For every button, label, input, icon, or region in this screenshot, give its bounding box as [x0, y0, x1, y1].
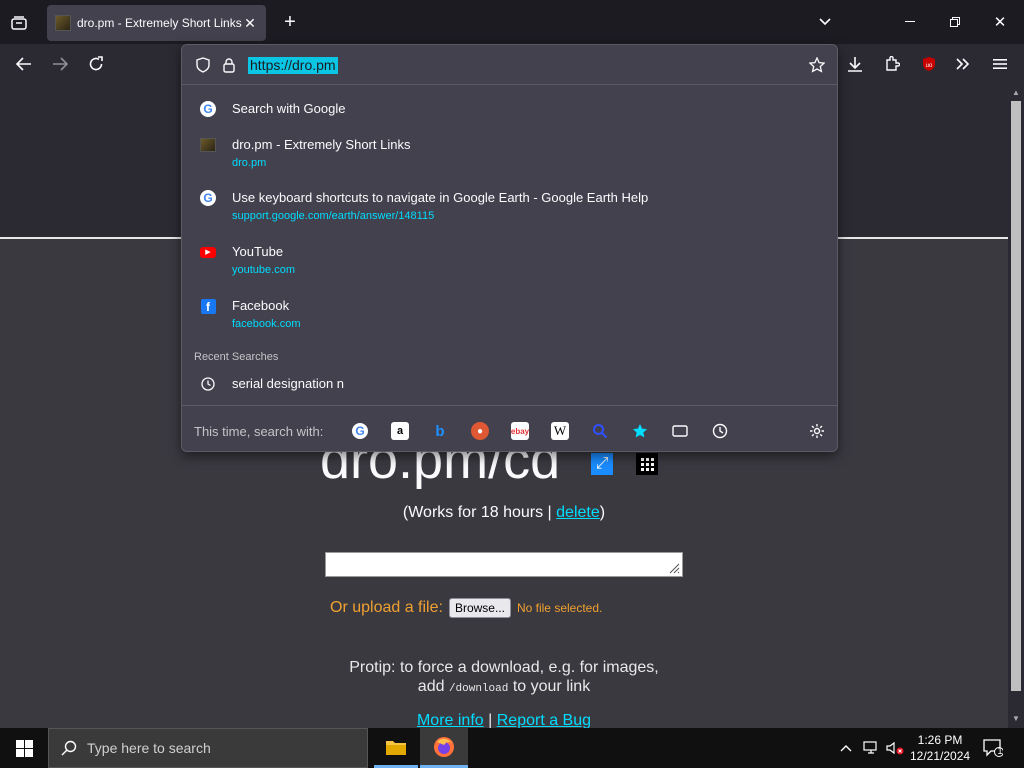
suggestion-url: youtube.com [232, 264, 295, 276]
protip-code: /download [448, 683, 509, 695]
url-dropdown: https://dro.pm G Search with Google dro.… [181, 44, 838, 452]
works-text: (Works for 18 hours | [402, 504, 557, 521]
suggestion-title: YouTube [232, 244, 284, 259]
new-tab-icon[interactable]: + [280, 11, 300, 33]
suggestion-url: support.google.com/earth/answer/148115 [232, 210, 435, 222]
suggestion-title: Search with Google [232, 101, 346, 116]
taskbar-search-placeholder: Type here to search [87, 740, 211, 756]
protip-end: to your link [512, 678, 591, 695]
download-icon[interactable] [845, 54, 865, 74]
shield-icon[interactable] [194, 56, 212, 74]
browse-button[interactable]: Browse... [448, 598, 511, 618]
recent-search-text: serial designation n [232, 376, 345, 391]
volume-muted-icon[interactable] [886, 739, 904, 757]
search-engine-icon[interactable] [591, 422, 609, 440]
tab-overview-icon[interactable] [8, 12, 30, 34]
protip-line1: Protip: to force a download, e.g. for im… [349, 659, 659, 676]
wikipedia-engine-icon[interactable]: W [551, 422, 569, 440]
bing-engine-icon[interactable]: b [431, 422, 449, 440]
clock-date: 12/21/2024 [910, 749, 971, 763]
taskbar-search[interactable]: Type here to search [48, 728, 368, 768]
chevron-down-icon[interactable] [815, 11, 835, 33]
tab-title: dro.pm - Extremely Short Links [77, 16, 242, 30]
url-bar[interactable]: https://dro.pm [182, 45, 837, 85]
protip-add: add [417, 678, 445, 695]
notification-count: 1 [997, 746, 1003, 756]
no-file-text: No file selected. [516, 601, 603, 615]
amazon-engine-icon[interactable]: a [391, 422, 409, 440]
search-with-label: This time, search with: [194, 424, 324, 439]
scroll-up-icon[interactable]: ▲ [1011, 87, 1021, 97]
chevron-up-icon[interactable] [838, 739, 854, 757]
restore-icon[interactable] [945, 11, 965, 33]
upload-label: Or upload a file: [330, 599, 443, 616]
file-explorer-icon[interactable] [374, 728, 418, 768]
google-engine-icon[interactable]: G [351, 422, 369, 440]
taskbar: Type here to search 1:26 PM 12/21/2024 1 [0, 728, 1024, 768]
close-window-icon[interactable]: ✕ [990, 11, 1010, 33]
svg-text:uo: uo [926, 63, 933, 69]
ebay-engine-icon[interactable]: ebay [511, 422, 529, 440]
resize-handle-icon[interactable] [668, 562, 680, 574]
suggestion-title: dro.pm - Extremely Short Links [232, 137, 411, 152]
site-favicon-icon [200, 137, 216, 153]
clock-icon [200, 376, 216, 392]
bookmarks-star-icon[interactable] [631, 422, 649, 440]
forward-icon[interactable] [50, 54, 70, 74]
notifications-icon[interactable]: 1 [982, 738, 1004, 758]
ublock-icon[interactable]: uo [919, 54, 939, 74]
facebook-icon: f [200, 298, 216, 314]
extensions-icon[interactable] [882, 54, 902, 74]
network-icon[interactable] [862, 739, 880, 757]
text-input-area[interactable] [325, 552, 683, 577]
qr-code-icon[interactable] [636, 452, 659, 475]
clock-time: 1:26 PM [917, 733, 963, 747]
minimize-icon[interactable] [900, 11, 920, 33]
lock-icon[interactable] [220, 56, 238, 74]
menu-icon[interactable] [990, 54, 1010, 74]
chevron-double-right-icon[interactable] [953, 54, 973, 74]
delete-link[interactable]: delete [556, 504, 600, 521]
report-bug-link[interactable]: Report a Bug [497, 712, 591, 729]
close-tab-icon[interactable]: ✕ [242, 15, 258, 32]
suggestion-url: facebook.com [232, 318, 301, 330]
history-icon[interactable] [711, 422, 729, 440]
tab-active[interactable]: dro.pm - Extremely Short Links ✕ [47, 5, 266, 41]
youtube-icon: ▶ [200, 244, 216, 260]
scrollbar[interactable]: ▲ ▼ [1008, 85, 1024, 728]
duckduckgo-engine-icon[interactable]: ● [471, 422, 489, 440]
upload-row: Or upload a file: Browse... No file sele… [330, 598, 602, 618]
link-separator: | [488, 712, 493, 729]
search-icon [61, 740, 77, 756]
scroll-down-icon[interactable]: ▼ [1011, 713, 1021, 723]
scrollbar-thumb[interactable] [1011, 101, 1021, 691]
google-icon: G [200, 101, 216, 117]
settings-gear-icon[interactable] [808, 422, 826, 440]
protip-line2: add /download to your link [0, 677, 1008, 699]
site-favicon-icon [55, 15, 71, 31]
search-with-bar: This time, search with: G a b ● ebay W [182, 405, 837, 451]
suggestion-title: Facebook [232, 298, 290, 313]
star-icon[interactable] [808, 56, 826, 74]
back-icon[interactable] [14, 54, 34, 74]
reload-icon[interactable] [86, 54, 106, 74]
external-link-icon[interactable]: ⤢ [591, 452, 614, 475]
tab-bar: dro.pm - Extremely Short Links ✕ + ✕ [0, 0, 1024, 44]
suggestion-title: Use keyboard shortcuts to navigate in Go… [232, 190, 649, 205]
tabs-icon[interactable] [671, 422, 689, 440]
protip: Protip: to force a download, e.g. for im… [0, 658, 1008, 699]
google-icon: G [200, 190, 216, 206]
more-info-link[interactable]: More info [417, 712, 484, 729]
works-suffix: ) [599, 504, 606, 521]
clock[interactable]: 1:26 PM 12/21/2024 [910, 732, 970, 764]
recent-searches-label: Recent Searches [194, 351, 279, 363]
suggestion-url: dro.pm [232, 157, 267, 169]
url-input[interactable]: https://dro.pm [248, 57, 338, 74]
firefox-icon[interactable] [420, 728, 468, 768]
works-line: (Works for 18 hours | delete) [0, 504, 1008, 522]
windows-start-icon[interactable] [14, 738, 34, 758]
